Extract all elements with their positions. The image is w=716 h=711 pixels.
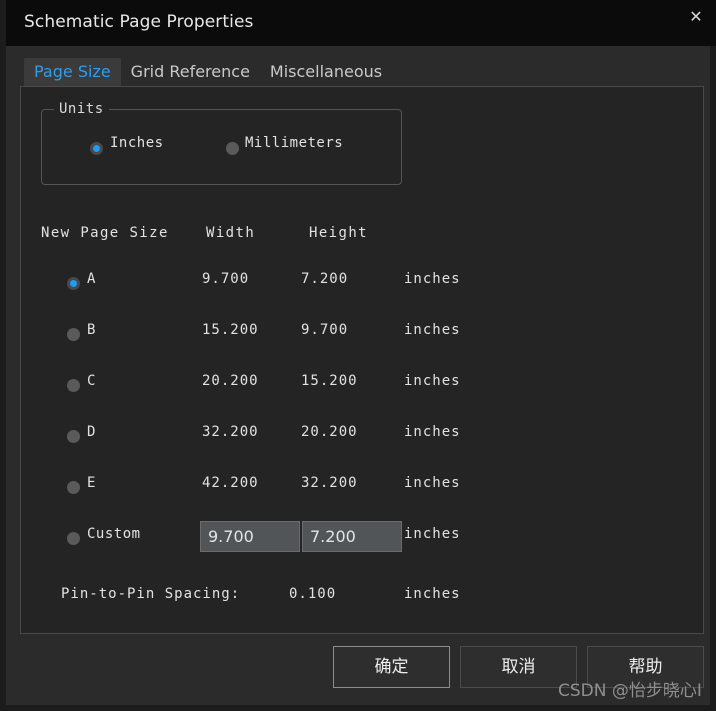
column-header-height: Height [309, 225, 368, 241]
radio-page-size-d[interactable] [67, 430, 80, 443]
units-group-box: Units Inches Millimeters [41, 109, 402, 185]
page-size-width: 42.200 [202, 475, 259, 491]
radio-page-size-b[interactable] [67, 328, 80, 341]
table-row: B 15.200 9.700 inches [21, 322, 703, 346]
pin-to-pin-spacing-unit: inches [404, 586, 461, 602]
page-size-unit: inches [404, 424, 461, 440]
page-size-height: 20.200 [301, 424, 358, 440]
custom-height-input[interactable] [302, 521, 402, 552]
page-size-panel: Units Inches Millimeters New Page Size W… [20, 86, 704, 634]
page-size-height: 15.200 [301, 373, 358, 389]
page-size-width: 15.200 [202, 322, 259, 338]
table-row: C 20.200 15.200 inches [21, 373, 703, 397]
custom-width-input[interactable] [200, 521, 300, 552]
schematic-page-properties-dialog: Schematic Page Properties ✕ Page Size Gr… [0, 0, 716, 711]
page-size-label[interactable]: E [87, 475, 96, 491]
column-header-width: Width [206, 225, 255, 241]
custom-unit-label: inches [404, 526, 461, 542]
dialog-footer: 确定 取消 帮助 [6, 646, 716, 694]
table-row: A 9.700 7.200 inches [21, 271, 703, 295]
radio-page-size-c[interactable] [67, 379, 80, 392]
radio-units-inches[interactable] [90, 142, 103, 155]
tab-bar: Page Size Grid Reference Miscellaneous [24, 56, 392, 86]
page-size-unit: inches [404, 475, 461, 491]
table-row-custom: Custom inches [21, 521, 703, 555]
page-size-height: 32.200 [301, 475, 358, 491]
pin-to-pin-spacing-value: 0.100 [289, 586, 336, 602]
radio-page-size-custom[interactable] [67, 532, 80, 545]
ok-button[interactable]: 确定 [333, 646, 450, 688]
table-row: E 42.200 32.200 inches [21, 475, 703, 499]
page-size-width: 9.700 [202, 271, 249, 287]
radio-units-millimeters[interactable] [226, 142, 239, 155]
page-size-width: 32.200 [202, 424, 259, 440]
close-icon[interactable]: ✕ [680, 3, 712, 31]
page-size-label[interactable]: A [87, 271, 96, 287]
radio-page-size-a[interactable] [67, 277, 80, 290]
pin-to-pin-spacing-row: Pin-to-Pin Spacing: 0.100 inches [21, 586, 703, 608]
radio-units-inches-label[interactable]: Inches [110, 135, 164, 151]
page-size-label[interactable]: C [87, 373, 96, 389]
radio-units-millimeters-label[interactable]: Millimeters [245, 135, 343, 151]
tab-miscellaneous[interactable]: Miscellaneous [260, 58, 392, 86]
page-title: Schematic Page Properties [24, 12, 253, 32]
pin-to-pin-spacing-label: Pin-to-Pin Spacing: [61, 586, 240, 602]
page-size-label[interactable]: D [87, 424, 96, 440]
tab-grid-reference[interactable]: Grid Reference [121, 58, 260, 86]
title-bar: Schematic Page Properties ✕ [6, 0, 716, 46]
page-size-unit: inches [404, 271, 461, 287]
page-size-unit: inches [404, 322, 461, 338]
page-size-height: 9.700 [301, 322, 348, 338]
cancel-button[interactable]: 取消 [460, 646, 577, 688]
tab-page-size[interactable]: Page Size [24, 58, 121, 86]
page-size-height: 7.200 [301, 271, 348, 287]
help-button[interactable]: 帮助 [587, 646, 704, 688]
radio-page-size-custom-label[interactable]: Custom [87, 526, 141, 542]
page-size-unit: inches [404, 373, 461, 389]
column-header-new-page-size: New Page Size [41, 225, 169, 241]
page-size-width: 20.200 [202, 373, 259, 389]
table-row: D 32.200 20.200 inches [21, 424, 703, 448]
radio-page-size-e[interactable] [67, 481, 80, 494]
units-group-content: Inches Millimeters [42, 110, 401, 184]
page-size-label[interactable]: B [87, 322, 96, 338]
